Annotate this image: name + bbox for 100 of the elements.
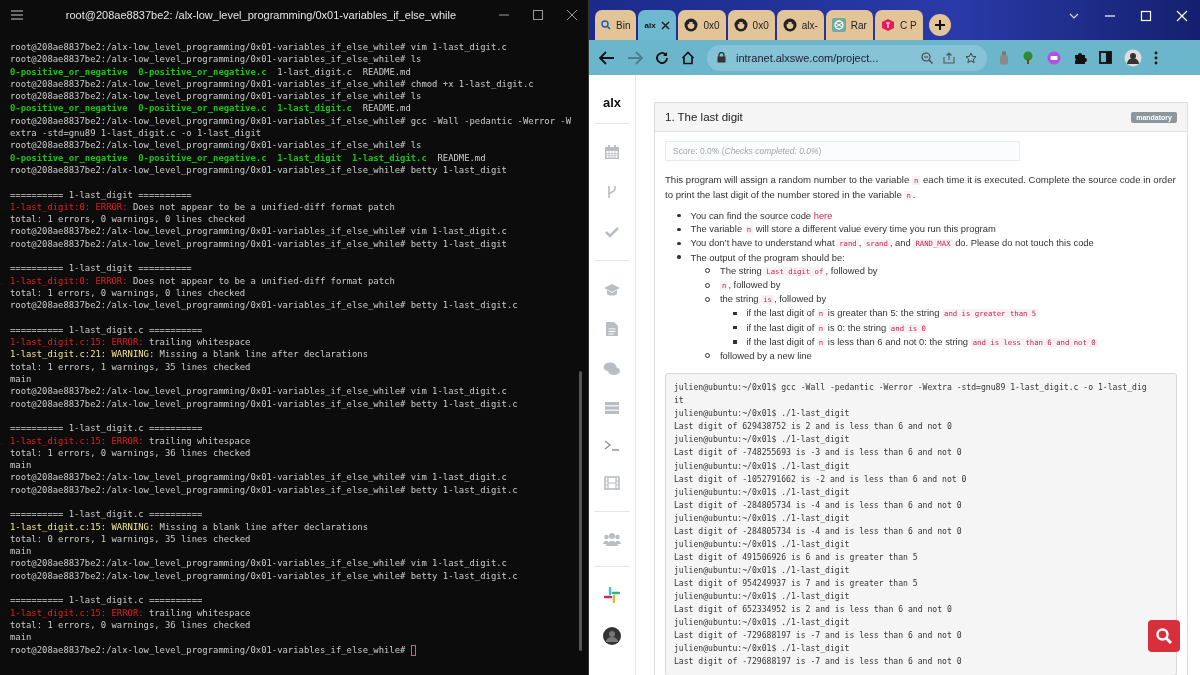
close-icon[interactable]: [660, 20, 670, 30]
check-icon[interactable]: [604, 224, 620, 240]
browser-tab[interactable]: Rar: [825, 10, 873, 40]
terminal-line: root@208ae8837be2:/alx-low_level_programming/0x01-variables_if_else_while# betty 1-last_digit.c: [10, 569, 518, 583]
terminal-line: 1-last_digit.c:21: WARNING: Missing a blank line after declarations: [10, 348, 368, 361]
avatar-icon[interactable]: [603, 627, 621, 645]
terminal-line: root@208ae8837be2:/alx-low_level_programming/0x01-variables_if_else_while# betty 1-last_digit.c: [10, 299, 518, 312]
terminal-line: main: [10, 459, 32, 472]
terminal-line: root@208ae8837be2:/alx-low_level_programming/0x01-variables_if_else_while# ls: [10, 139, 422, 152]
list-item-text: The output of the program should be:: [690, 250, 845, 264]
code-line: julien@ubuntu:~/0x01$ ./1-last_digit: [674, 563, 850, 577]
code-line: julien@ubuntu:~/0x01$ gcc -Wall -pedantic -Werror -Wextra -std=gnu89 1-last_digit.c -o 1-last_dig: [674, 381, 1147, 395]
code-line: Last digit of -729688197 is -7 and is less than 6 and not 0: [674, 655, 962, 669]
reload-icon[interactable]: [655, 50, 669, 65]
score-box: Score: 0.0% (Checks completed: 0.0%): [665, 141, 1020, 161]
terminal-line: root@208ae8837be2:/alx-low_level_programming/0x01-variables_if_else_while# chmod +x 1-last_digit.c: [10, 77, 534, 91]
terminal-line: 1-last_digit:0: ERROR: Does not appear to be a unified-diff format patch: [10, 274, 395, 287]
terminal-icon[interactable]: [604, 439, 620, 451]
terminal-line: root@208ae8837be2:/alx-low_level_programming/0x01-variables_if_else_while# betty 1-last_digit: [10, 237, 507, 251]
search-icon: [1155, 627, 1173, 645]
terminal-line: 1-last_digit.c:15: ERROR: trailing whitespace: [10, 434, 251, 447]
terminal-line: total: 0 errors, 1 warnings, 35 lines checked: [10, 532, 251, 546]
code-line: it: [674, 394, 684, 408]
terminal-line: root@208ae8837be2:/alx-low_level_programming/0x01-variables_if_else_while# betty 1-last_digit.c: [10, 397, 518, 410]
terminal-line: total: 1 errors, 0 warnings, 36 lines checked: [10, 446, 251, 460]
terminal-line: 1-last_digit:0: ERROR: Does not appear to be a unified-diff format patch: [10, 200, 395, 214]
browser-tab[interactable]: alx: [638, 10, 677, 40]
zoom-icon[interactable]: [921, 51, 933, 64]
cube-icon: [880, 18, 895, 32]
close-icon[interactable]: [566, 9, 578, 21]
bullet-icon: [733, 340, 737, 344]
maximize-icon[interactable]: [532, 9, 544, 21]
terminal-line: ========== 1-last_digit.c ==========: [10, 422, 203, 435]
code-line: Last digit of -284805734 is -4 and is less than 6 and not 0: [674, 524, 962, 538]
terminal-line: root@208ae8837be2:/alx-low_level_programming/0x01-variables_if_else_while#: [10, 643, 407, 656]
terminal-line: total: 1 errors, 0 warnings, 0 lines checked: [10, 213, 246, 226]
back-icon[interactable]: [599, 50, 615, 65]
terminal-line: ========== 1-last_digit ==========: [10, 262, 192, 275]
terminal-line: ========== 1-last_digit.c ==========: [10, 508, 203, 521]
code-line: Last digit of 652334952 is 2 and is less than 6 and not 0: [674, 603, 952, 617]
bullet-icon: [677, 227, 681, 232]
cat-icon: [782, 18, 797, 32]
code-line: julien@ubuntu:~/0x01$ ./1-last_digit: [674, 459, 850, 473]
kebab-menu-icon[interactable]: [1154, 50, 1158, 65]
new-tab-button[interactable]: [928, 14, 951, 36]
window-title: root@208ae8837be2: /alx-low_level_programming/0x01-variables_if_else_while: [64, 9, 458, 21]
terminal-line: total: 1 errors, 1 warnings, 35 lines checked: [10, 360, 251, 373]
terminal-line: ========== 1-last_digit.c ==========: [10, 594, 203, 607]
terminal-line: 0-positive_or_negative 0-positive_or_negative.c 1-last_digit.c README.md: [10, 102, 411, 115]
terminal-line: root@208ae8837be2:/alx-low_level_programming/0x01-variables_if_else_while# betty 1-last_digit.c: [10, 483, 518, 496]
bullet-icon: [677, 241, 681, 246]
hash-icon[interactable]: [604, 587, 620, 603]
browser-tab[interactable]: 0x0: [678, 10, 726, 40]
plus-icon: [933, 19, 946, 31]
code-line: julien@ubuntu:~/0x01$ ./1-last_digit: [674, 433, 850, 447]
code-line: Last digit of -284805734 is -4 and is less than 6 and not 0: [674, 498, 962, 512]
home-icon[interactable]: [681, 50, 695, 65]
terminal-line: ========== 1-last_digit.c ==========: [10, 323, 203, 337]
star-icon[interactable]: [965, 51, 977, 64]
terminal-line: root@208ae8837be2:/alx-low_level_programming/0x01-variables_if_else_while# ls: [10, 53, 422, 66]
code-line: Last digit of -1052791662 is -2 and is less than 6 and not 0: [674, 472, 967, 486]
side-panel-icon[interactable]: [1099, 51, 1112, 64]
code-line: Last digit of 954249937 is 7 and is greater than 5: [674, 576, 918, 590]
code-line: julien@ubuntu:~/0x01$ ./1-last_digit: [674, 642, 850, 656]
browser-tab[interactable]: C P: [874, 10, 923, 40]
bullet-icon: [677, 255, 681, 259]
tree-icon[interactable]: [1021, 50, 1035, 65]
terminal-line: 1-last_digit.c:15: ERROR: trailing whitespace: [10, 606, 251, 619]
search-icon: [601, 20, 611, 30]
browser-tab[interactable]: 0x0: [727, 10, 775, 40]
terminal-line: root@208ae8837be2:/alx-low_level_programming/0x01-variables_if_else_while# vim 1-last_digit.c: [10, 385, 507, 398]
terminal-line: root@208ae8837be2:/alx-low_level_programming/0x01-variables_if_else_while# vim 1-last_digit.c: [10, 471, 507, 484]
terminal-line: main: [10, 631, 32, 644]
robot-icon[interactable]: [1047, 50, 1061, 65]
browser-tab[interactable]: Bin: [595, 10, 637, 40]
terminal-line: root@208ae8837be2:/alx-low_level_programming/0x01-variables_if_else_while# vim 1-last_digit.c: [10, 557, 507, 570]
source-link[interactable]: here: [813, 210, 833, 221]
bullet-icon: [733, 325, 737, 330]
terminal-line: root@208ae8837be2:/alx-low_level_programming/0x01-variables_if_else_while# vim 1-last_digit.c: [10, 41, 507, 54]
code-line: Last digit of 629438752 is 2 and is less than 6 and not 0: [674, 420, 952, 434]
terminal-line: 0-positive_or_negative 0-positive_or_negative.c 1-last_digit.c README.md: [10, 65, 411, 78]
code-line: Last digit of -748255693 is -3 and is less than 6 and not 0: [674, 446, 962, 460]
cat-icon: [733, 18, 748, 32]
menu-icon[interactable]: [10, 9, 24, 21]
logo[interactable]: alx: [602, 95, 622, 115]
code-line: julien@ubuntu:~/0x01$ ./1-last_digit: [674, 407, 850, 421]
code-line: julien@ubuntu:~/0x01$ ./1-last_digit: [674, 590, 850, 603]
terminal-line: root@208ae8837be2:/alx-low_level_programming/0x01-variables_if_else_while# vim 1-last_digit.c: [10, 225, 507, 238]
browser-tab[interactable]: alx-: [776, 10, 824, 40]
share-icon[interactable]: [943, 51, 955, 64]
terminal-line: 0-positive_or_negative 0-positive_or_negative.c 1-last_digit 1-last_digit.c README.md: [10, 151, 486, 164]
code-line: Last digit of -729688197 is -7 and is less than 6 and not 0: [674, 629, 962, 643]
search-button[interactable]: [1148, 620, 1180, 652]
terminal-line: root@208ae8837be2:/alx-low_level_programming/0x01-variables_if_else_while# ls: [10, 90, 422, 103]
avatar-icon[interactable]: [1124, 48, 1142, 67]
list-item-text: You can find the source code here: [690, 209, 833, 223]
address-bar[interactable]: intranet.alxswe.com/project...: [707, 44, 987, 71]
scrollbar[interactable]: [579, 371, 582, 651]
cat-icon: [684, 18, 699, 32]
puzzle-icon[interactable]: [1073, 50, 1087, 65]
